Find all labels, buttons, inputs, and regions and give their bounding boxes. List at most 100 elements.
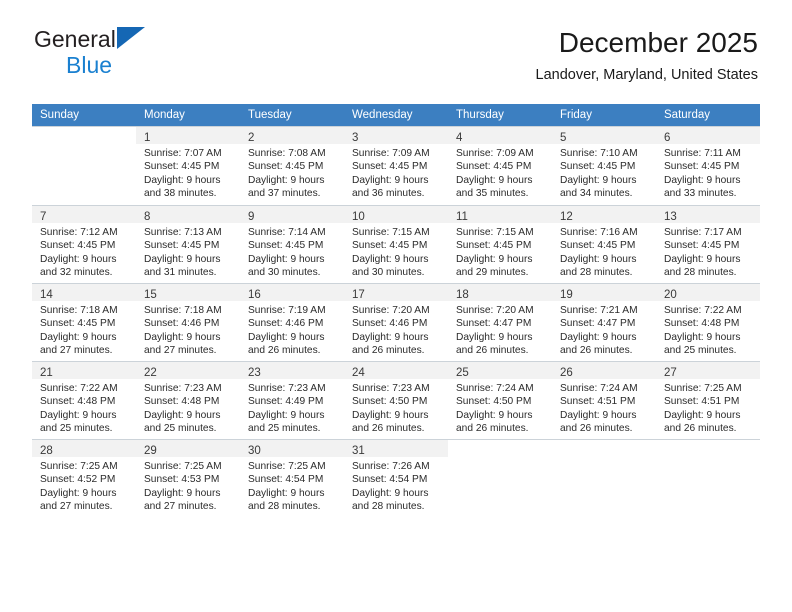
- day-details: Sunrise: 7:25 AM Sunset: 4:51 PM Daylight:…: [656, 379, 760, 435]
- daylight-text-line2: and 28 minutes.: [560, 266, 633, 278]
- daylight-text-line1: Daylight: 9 hours: [40, 487, 117, 499]
- day-cell-body[interactable]: 24 Sunrise: 7:23 AM Sunset: 4:50 PM Dayligh…: [344, 361, 448, 439]
- day-cell-body[interactable]: 25 Sunrise: 7:24 AM Sunset: 4:50 PM Dayligh…: [448, 361, 552, 439]
- day-details: Sunrise: 7:25 AM Sunset: 4:54 PM Daylight:…: [240, 457, 344, 513]
- day-cell-body[interactable]: 8 Sunrise: 7:13 AM Sunset: 4:45 PM Daylight…: [136, 205, 240, 283]
- day-number-bar: 3: [344, 127, 448, 144]
- day-cell-body[interactable]: 26 Sunrise: 7:24 AM Sunset: 4:51 PM Dayligh…: [552, 361, 656, 439]
- daylight-text-line1: Daylight: 9 hours: [248, 409, 325, 421]
- daylight-text-line2: and 27 minutes.: [144, 344, 217, 356]
- daylight-text-line1: Daylight: 9 hours: [352, 409, 429, 421]
- day-number: 28: [40, 445, 53, 457]
- day-cell-body[interactable]: 13 Sunrise: 7:17 AM Sunset: 4:45 PM Dayligh…: [656, 205, 760, 283]
- day-number: 29: [144, 445, 157, 457]
- daylight-text-line1: Daylight: 9 hours: [560, 409, 637, 421]
- sunrise-text: Sunrise: 7:17 AM: [664, 227, 742, 238]
- calendar-header-row: Sunday Monday Tuesday Wednesday Thursday…: [32, 104, 760, 126]
- day-cell-body[interactable]: 29 Sunrise: 7:25 AM Sunset: 4:53 PM Dayligh…: [136, 439, 240, 517]
- day-cell-body[interactable]: 27 Sunrise: 7:25 AM Sunset: 4:51 PM Dayligh…: [656, 361, 760, 439]
- day-number-bar: 17: [344, 284, 448, 301]
- calendar-week-row: 21 Sunrise: 7:22 AM Sunset: 4:48 PM Dayligh…: [32, 361, 760, 439]
- daylight-text-line1: Daylight: 9 hours: [352, 253, 429, 265]
- day-number-bar: 13: [656, 206, 760, 223]
- day-cell-body[interactable]: 23 Sunrise: 7:23 AM Sunset: 4:49 PM Dayligh…: [240, 361, 344, 439]
- sunset-text: Sunset: 4:54 PM: [352, 474, 428, 486]
- sunset-text: Sunset: 4:48 PM: [144, 396, 220, 408]
- daylight-text-line1: Daylight: 9 hours: [560, 253, 637, 265]
- day-number: 27: [664, 367, 677, 379]
- day-cell-body[interactable]: 4 Sunrise: 7:09 AM Sunset: 4:45 PM Daylight…: [448, 126, 552, 204]
- day-cell-body[interactable]: 28 Sunrise: 7:25 AM Sunset: 4:52 PM Dayligh…: [32, 439, 136, 517]
- day-cell-body[interactable]: 17 Sunrise: 7:20 AM Sunset: 4:46 PM Dayligh…: [344, 283, 448, 361]
- day-details: Sunrise: 7:08 AM Sunset: 4:45 PM Daylight:…: [240, 144, 344, 200]
- empty-cell-body: [552, 439, 656, 518]
- calendar-day-cell: 19 Sunrise: 7:21 AM Sunset: 4:47 PM Dayligh…: [552, 283, 656, 361]
- day-cell-body[interactable]: 3 Sunrise: 7:09 AM Sunset: 4:45 PM Daylight…: [344, 126, 448, 204]
- daylight-text-line1: Daylight: 9 hours: [352, 487, 429, 499]
- sunset-text: Sunset: 4:45 PM: [664, 161, 740, 173]
- sunrise-text: Sunrise: 7:25 AM: [40, 461, 118, 472]
- day-details: Sunrise: 7:07 AM Sunset: 4:45 PM Daylight:…: [136, 144, 240, 200]
- daylight-text-line2: and 25 minutes.: [144, 422, 217, 434]
- day-cell-body[interactable]: 15 Sunrise: 7:18 AM Sunset: 4:46 PM Dayligh…: [136, 283, 240, 361]
- day-cell-body[interactable]: 30 Sunrise: 7:25 AM Sunset: 4:54 PM Dayligh…: [240, 439, 344, 517]
- sunrise-text: Sunrise: 7:07 AM: [144, 148, 222, 159]
- brand-name-general: General: [34, 26, 116, 52]
- day-cell-body[interactable]: 11 Sunrise: 7:15 AM Sunset: 4:45 PM Dayligh…: [448, 205, 552, 283]
- day-number-bar: 9: [240, 206, 344, 223]
- day-cell-body[interactable]: 22 Sunrise: 7:23 AM Sunset: 4:48 PM Dayligh…: [136, 361, 240, 439]
- sunset-text: Sunset: 4:47 PM: [456, 318, 532, 330]
- day-number: 25: [456, 367, 469, 379]
- page-header: General Blue December 2025 Landover, Mar…: [34, 26, 758, 98]
- day-number: 3: [352, 132, 359, 144]
- calendar-day-cell: 17 Sunrise: 7:20 AM Sunset: 4:46 PM Dayligh…: [344, 283, 448, 361]
- day-cell-body[interactable]: 7 Sunrise: 7:12 AM Sunset: 4:45 PM Daylight…: [32, 205, 136, 283]
- day-cell-body[interactable]: 9 Sunrise: 7:14 AM Sunset: 4:45 PM Daylight…: [240, 205, 344, 283]
- day-number-bar: 25: [448, 362, 552, 379]
- day-cell-body[interactable]: 18 Sunrise: 7:20 AM Sunset: 4:47 PM Dayligh…: [448, 283, 552, 361]
- day-cell-body[interactable]: 19 Sunrise: 7:21 AM Sunset: 4:47 PM Dayligh…: [552, 283, 656, 361]
- daylight-text-line2: and 26 minutes.: [664, 422, 737, 434]
- day-cell-body[interactable]: 14 Sunrise: 7:18 AM Sunset: 4:45 PM Dayligh…: [32, 283, 136, 361]
- daylight-text-line1: Daylight: 9 hours: [40, 409, 117, 421]
- day-number: 17: [352, 289, 365, 301]
- sunrise-text: Sunrise: 7:26 AM: [352, 461, 430, 472]
- daylight-text-line1: Daylight: 9 hours: [144, 331, 221, 343]
- sunrise-text: Sunrise: 7:13 AM: [144, 227, 222, 238]
- day-number-bar: 10: [344, 206, 448, 223]
- daylight-text-line1: Daylight: 9 hours: [352, 174, 429, 186]
- day-number: 6: [664, 132, 671, 144]
- daylight-text-line2: and 38 minutes.: [144, 187, 217, 199]
- day-number-bar: 22: [136, 362, 240, 379]
- day-cell-body[interactable]: 2 Sunrise: 7:08 AM Sunset: 4:45 PM Daylight…: [240, 126, 344, 204]
- day-cell-body[interactable]: 21 Sunrise: 7:22 AM Sunset: 4:48 PM Dayligh…: [32, 361, 136, 439]
- brand-logo[interactable]: General Blue: [34, 26, 254, 88]
- weekday-header-tuesday: Tuesday: [240, 104, 344, 126]
- day-cell-body[interactable]: 10 Sunrise: 7:15 AM Sunset: 4:45 PM Dayligh…: [344, 205, 448, 283]
- sunset-text: Sunset: 4:53 PM: [144, 474, 220, 486]
- day-number-bar: 20: [656, 284, 760, 301]
- daylight-text-line1: Daylight: 9 hours: [248, 253, 325, 265]
- weekday-header-monday: Monday: [136, 104, 240, 126]
- day-cell-body[interactable]: 6 Sunrise: 7:11 AM Sunset: 4:45 PM Daylight…: [656, 126, 760, 204]
- day-details: Sunrise: 7:17 AM Sunset: 4:45 PM Daylight:…: [656, 223, 760, 279]
- day-details: Sunrise: 7:16 AM Sunset: 4:45 PM Daylight:…: [552, 223, 656, 279]
- day-cell-body[interactable]: 12 Sunrise: 7:16 AM Sunset: 4:45 PM Dayligh…: [552, 205, 656, 283]
- day-cell-body[interactable]: 31 Sunrise: 7:26 AM Sunset: 4:54 PM Dayligh…: [344, 439, 448, 517]
- daylight-text-line2: and 36 minutes.: [352, 187, 425, 199]
- day-number-bar: 28: [32, 440, 136, 457]
- day-details: Sunrise: 7:24 AM Sunset: 4:50 PM Daylight:…: [448, 379, 552, 435]
- day-number: 14: [40, 289, 53, 301]
- daylight-text-line2: and 28 minutes.: [352, 500, 425, 512]
- sunset-text: Sunset: 4:52 PM: [40, 474, 116, 486]
- calendar-day-cell: 3 Sunrise: 7:09 AM Sunset: 4:45 PM Daylight…: [344, 126, 448, 205]
- day-cell-body[interactable]: 20 Sunrise: 7:22 AM Sunset: 4:48 PM Dayligh…: [656, 283, 760, 361]
- daylight-text-line2: and 25 minutes.: [664, 344, 737, 356]
- calendar-day-cell: 16 Sunrise: 7:19 AM Sunset: 4:46 PM Dayligh…: [240, 283, 344, 361]
- day-number-bar: 12: [552, 206, 656, 223]
- day-cell-body[interactable]: 16 Sunrise: 7:19 AM Sunset: 4:46 PM Dayligh…: [240, 283, 344, 361]
- daylight-text-line2: and 25 minutes.: [40, 422, 113, 434]
- day-cell-body[interactable]: 1 Sunrise: 7:07 AM Sunset: 4:45 PM Daylight…: [136, 126, 240, 204]
- daylight-text-line2: and 28 minutes.: [664, 266, 737, 278]
- day-cell-body[interactable]: 5 Sunrise: 7:10 AM Sunset: 4:45 PM Daylight…: [552, 126, 656, 204]
